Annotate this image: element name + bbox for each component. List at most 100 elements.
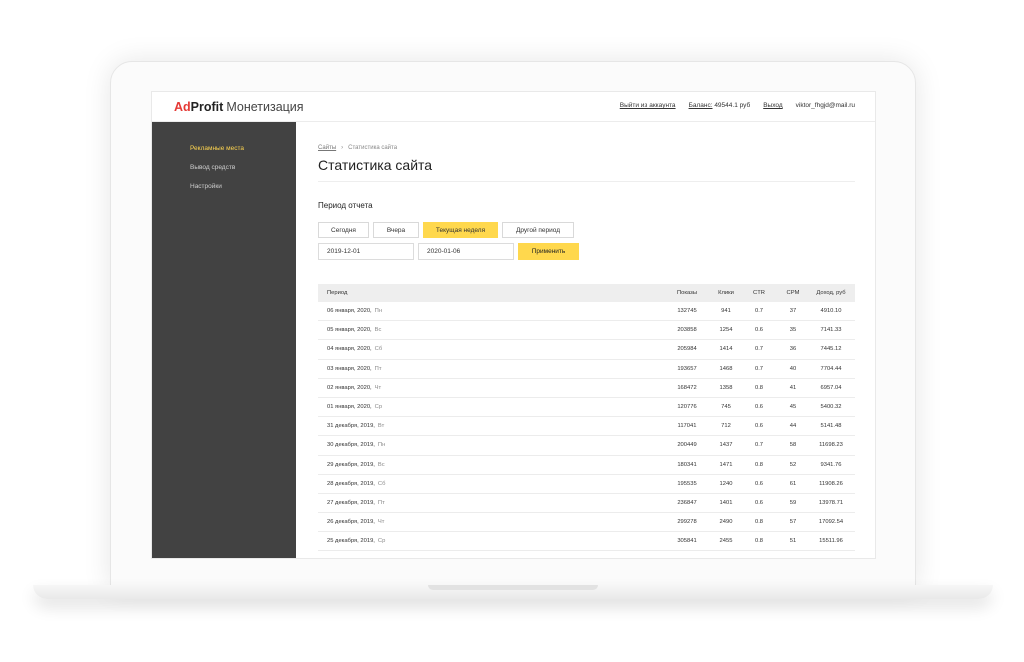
row-weekday: Вс [374,327,382,334]
logout-link[interactable]: Выход [763,102,782,109]
row-cpm: 45 [789,404,797,411]
period-yesterday-button[interactable]: Вчера [373,222,419,238]
breadcrumb-current: Статистика сайта [348,145,398,151]
header-impressions[interactable]: Показы [672,284,702,302]
row-clicks: 2455 [719,538,733,545]
logo[interactable]: AdProfit Монетизация [174,100,304,114]
breadcrumb-sites-link[interactable]: Сайты [318,145,336,151]
row-period: 27 декабря, 2019, Пт [327,494,385,512]
row-impressions: 117041 [677,423,697,430]
top-bar: AdProfit Монетизация Выйти из аккаунта Ба… [152,92,875,122]
main-content: Сайты › Статистика сайта Статистика сайта … [318,122,855,558]
row-weekday: Сб [374,346,383,353]
row-weekday: Пн [374,308,383,315]
laptop-notch [428,585,598,590]
row-cpm: 61 [789,480,797,487]
sidebar-item-ad-places[interactable]: Рекламные места [190,145,244,152]
logo-product: Монетизация [226,100,304,114]
table-row: 28 декабря, 2019, Сб 195535 1240 0.6 61 11908.… [318,475,855,494]
row-ctr: 0.7 [754,346,764,353]
row-period: 03 января, 2020, Пт [327,360,382,378]
row-period: 29 декабря, 2019, Вс [327,456,385,474]
table-row: 02 января, 2020, Чт 168472 1358 0.8 41 6957.04 [318,379,855,398]
row-clicks: 1471 [719,461,733,468]
header-cpm[interactable]: CPM [780,284,806,302]
row-cpm: 57 [789,519,797,526]
table-row: 30 декабря, 2019, Пн 200449 1437 0.7 58 11698.… [318,436,855,456]
row-period: 02 января, 2020, Чт [327,379,381,397]
user-email: viktor_fhgjd@mail.ru [795,102,855,109]
balance-value: 49544.1 руб [714,102,751,109]
row-clicks: 1437 [719,442,733,449]
row-date: 03 января, 2020, [327,365,372,372]
balance: Баланс: 49544.1 руб [689,102,751,109]
table-row: 25 декабря, 2019, Ср 305841 2455 0.8 51 15511.… [318,532,855,552]
row-weekday: Пн [377,442,386,449]
row-ctr: 0.8 [754,538,764,545]
row-cpm: 44 [789,423,797,430]
row-revenue: 7141.33 [820,327,842,334]
row-period: 26 декабря, 2019, Чт [327,513,384,531]
sidebar-item-settings[interactable]: Настройки [190,183,222,190]
app-screen: AdProfit Монетизация Выйти из аккаунта Ба… [151,91,876,559]
row-impressions: 180341 [677,461,697,468]
logout-account-link[interactable]: Выйти из аккаунта [620,102,676,109]
header-ctr[interactable]: CTR [746,284,772,302]
row-weekday: Вс [377,461,385,468]
header-clicks[interactable]: Клики [711,284,741,302]
row-period: 28 декабря, 2019, Сб [327,475,385,493]
row-clicks: 2490 [719,519,733,526]
row-ctr: 0.6 [754,423,764,430]
table-row: 31 декабря, 2019, Вт 117041 712 0.6 44 5141.48 [318,417,855,437]
row-date: 01 января, 2020, [327,404,372,411]
row-ctr: 0.7 [754,365,764,372]
row-clicks: 1240 [719,480,733,487]
logo-profit: Profit [190,100,224,114]
table-row: 27 декабря, 2019, Пт 236847 1401 0.6 59 13978.… [318,494,855,514]
row-period: 30 декабря, 2019, Пн [327,436,385,454]
sidebar-item-withdrawal[interactable]: Вывод средств [190,164,235,171]
row-date: 25 декабря, 2019, [327,538,375,545]
sidebar: Рекламные места Вывод средств Настройки [152,122,296,558]
period-other-button[interactable]: Другой период [502,222,574,238]
row-cpm: 40 [789,365,797,372]
row-period: 25 декабря, 2019, Ср [327,532,385,550]
period-current-week-button[interactable]: Текущая неделя [423,222,498,238]
row-clicks: 712 [721,423,731,430]
row-date: 06 января, 2020, [327,308,372,315]
row-date: 31 декабря, 2019, [327,423,375,430]
period-today-button[interactable]: Сегодня [318,222,369,238]
row-impressions: 195535 [677,480,697,487]
row-ctr: 0.7 [754,442,764,449]
row-revenue: 11698.23 [819,442,843,449]
row-impressions: 200449 [677,442,697,449]
row-clicks: 745 [721,404,731,411]
date-from-input[interactable] [318,243,414,260]
row-ctr: 0.6 [754,404,764,411]
header-revenue[interactable]: Доход, руб [810,284,852,302]
row-date: 30 декабря, 2019, [327,442,375,449]
row-weekday: Ср [374,404,383,411]
date-to-input[interactable] [418,243,514,260]
row-cpm: 37 [789,308,797,315]
row-clicks: 1254 [719,327,733,334]
table-row: 04 января, 2020, Сб 205984 1414 0.7 36 7445.12 [318,340,855,360]
table-header: Период Показы Клики CTR CPM Доход, руб [318,284,855,302]
apply-button[interactable]: Применить [518,243,579,260]
row-cpm: 52 [789,461,797,468]
logo-ad: Ad [174,100,191,114]
row-ctr: 0.8 [754,519,764,526]
row-weekday: Пт [377,499,385,506]
row-date: 28 декабря, 2019, [327,480,375,487]
row-weekday: Чт [377,519,385,526]
row-weekday: Чт [374,384,382,391]
row-period: 01 января, 2020, Ср [327,398,382,416]
header-period[interactable]: Период [327,284,347,302]
row-cpm: 35 [789,327,797,334]
table-row: 05 января, 2020, Вс 203858 1254 0.6 35 7141.33 [318,321,855,341]
row-weekday: Сб [377,480,386,487]
row-revenue: 15511.96 [819,538,843,545]
row-date: 27 декабря, 2019, [327,499,375,506]
balance-label[interactable]: Баланс: [689,102,713,109]
row-date: 02 января, 2020, [327,384,372,391]
